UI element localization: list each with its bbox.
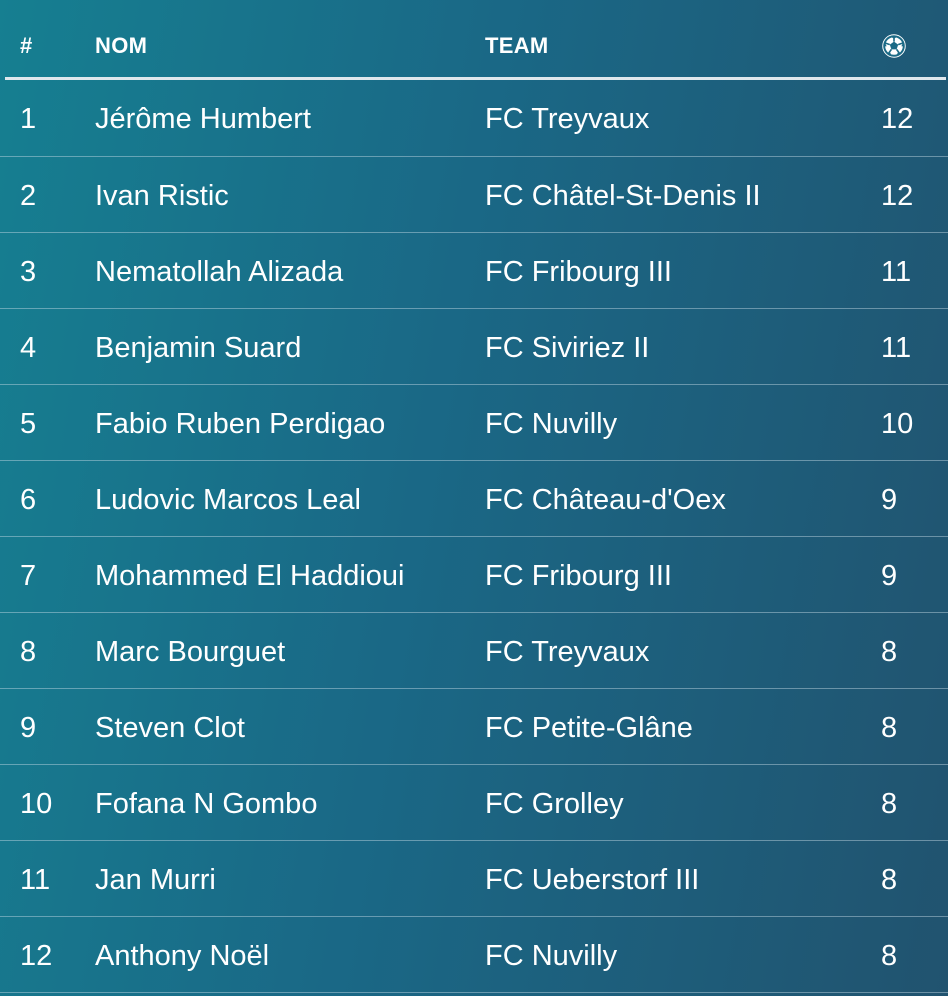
- player-name-cell: Ludovic Marcos Leal: [95, 484, 361, 516]
- table-row[interactable]: 3 Nematollah Alizada FC Fribourg III 11: [0, 233, 948, 309]
- table-row[interactable]: 6 Ludovic Marcos Leal FC Château-d'Oex 9: [0, 461, 948, 537]
- team-name-cell: FC Grolley: [485, 788, 624, 820]
- team-name-cell: FC Fribourg III: [485, 560, 672, 592]
- team-name-cell: FC Ueberstorf III: [485, 864, 700, 896]
- goals-cell: 8: [881, 864, 898, 896]
- player-name-cell: Fabio Ruben Perdigao: [95, 408, 386, 440]
- player-name-cell: Jérôme Humbert: [95, 103, 311, 135]
- rank-column-header[interactable]: #: [20, 33, 33, 59]
- player-name-cell: Fofana N Gombo: [95, 788, 318, 820]
- player-name-cell: Jan Murri: [95, 864, 216, 896]
- team-column-header[interactable]: TEAM: [485, 33, 549, 59]
- player-name-cell: Steven Clot: [95, 712, 245, 744]
- rank-cell: 9: [20, 712, 37, 744]
- goals-cell: 8: [881, 788, 898, 820]
- team-name-cell: FC Fribourg III: [485, 256, 672, 288]
- goals-cell: 8: [881, 712, 898, 744]
- table-header: # NOM TEAM: [0, 0, 948, 80]
- goals-cell: 9: [881, 560, 898, 592]
- table-row[interactable]: 1 Jérôme Humbert FC Treyvaux 12: [0, 80, 948, 157]
- rank-cell: 11: [20, 864, 51, 896]
- team-name-cell: FC Châtel-St-Denis II: [485, 180, 761, 212]
- team-name-cell: FC Treyvaux: [485, 636, 650, 668]
- team-name-cell: FC Siviriez II: [485, 332, 650, 364]
- rank-cell: 4: [20, 332, 37, 364]
- table-row[interactable]: 5 Fabio Ruben Perdigao FC Nuvilly 10: [0, 385, 948, 461]
- goals-cell: 10: [881, 408, 914, 440]
- rank-cell: 1: [20, 103, 37, 135]
- goals-cell: 11: [881, 332, 912, 364]
- table-row[interactable]: 2 Ivan Ristic FC Châtel-St-Denis II 12: [0, 157, 948, 233]
- goals-cell: 8: [881, 940, 898, 972]
- team-name-cell: FC Treyvaux: [485, 103, 650, 135]
- name-column-header[interactable]: NOM: [95, 33, 147, 59]
- scorers-table: # NOM TEAM 1 Jérôme Humbert FC Treyvaux 12 2…: [0, 0, 948, 996]
- table-row[interactable]: 4 Benjamin Suard FC Siviriez II 11: [0, 309, 948, 385]
- rank-cell: 3: [20, 256, 37, 288]
- player-name-cell: Mohammed El Haddioui: [95, 560, 405, 592]
- rank-cell: 8: [20, 636, 37, 668]
- team-name-cell: FC Petite-Glâne: [485, 712, 693, 744]
- table-row[interactable]: 11 Jan Murri FC Ueberstorf III 8: [0, 841, 948, 917]
- goals-cell: 9: [881, 484, 898, 516]
- team-name-cell: FC Château-d'Oex: [485, 484, 726, 516]
- table-row[interactable]: 8 Marc Bourguet FC Treyvaux 8: [0, 613, 948, 689]
- rank-cell: 6: [20, 484, 37, 516]
- team-name-cell: FC Nuvilly: [485, 408, 618, 440]
- player-name-cell: Marc Bourguet: [95, 636, 286, 668]
- table-row[interactable]: 7 Mohammed El Haddioui FC Fribourg III 9: [0, 537, 948, 613]
- goals-cell: 12: [881, 103, 914, 135]
- table-row[interactable]: 10 Fofana N Gombo FC Grolley 8: [0, 765, 948, 841]
- player-name-cell: Ivan Ristic: [95, 180, 229, 212]
- rank-cell: 5: [20, 408, 37, 440]
- rank-cell: 12: [20, 940, 53, 972]
- goals-cell: 12: [881, 180, 914, 212]
- player-name-cell: Anthony Noël: [95, 940, 270, 972]
- goals-cell: 8: [881, 636, 898, 668]
- rank-cell: 10: [20, 788, 53, 820]
- table-row[interactable]: 9 Steven Clot FC Petite-Glâne 8: [0, 689, 948, 765]
- rank-cell: 2: [20, 180, 37, 212]
- table-body: 1 Jérôme Humbert FC Treyvaux 12 2 Ivan Ristic…: [0, 80, 948, 993]
- player-name-cell: Nematollah Alizada: [95, 256, 344, 288]
- rank-cell: 7: [20, 560, 37, 592]
- table-row[interactable]: 12 Anthony Noël FC Nuvilly 8: [0, 917, 948, 993]
- team-name-cell: FC Nuvilly: [485, 940, 618, 972]
- player-name-cell: Benjamin Suard: [95, 332, 302, 364]
- soccer-ball-icon[interactable]: [881, 33, 907, 59]
- goals-cell: 11: [881, 256, 912, 288]
